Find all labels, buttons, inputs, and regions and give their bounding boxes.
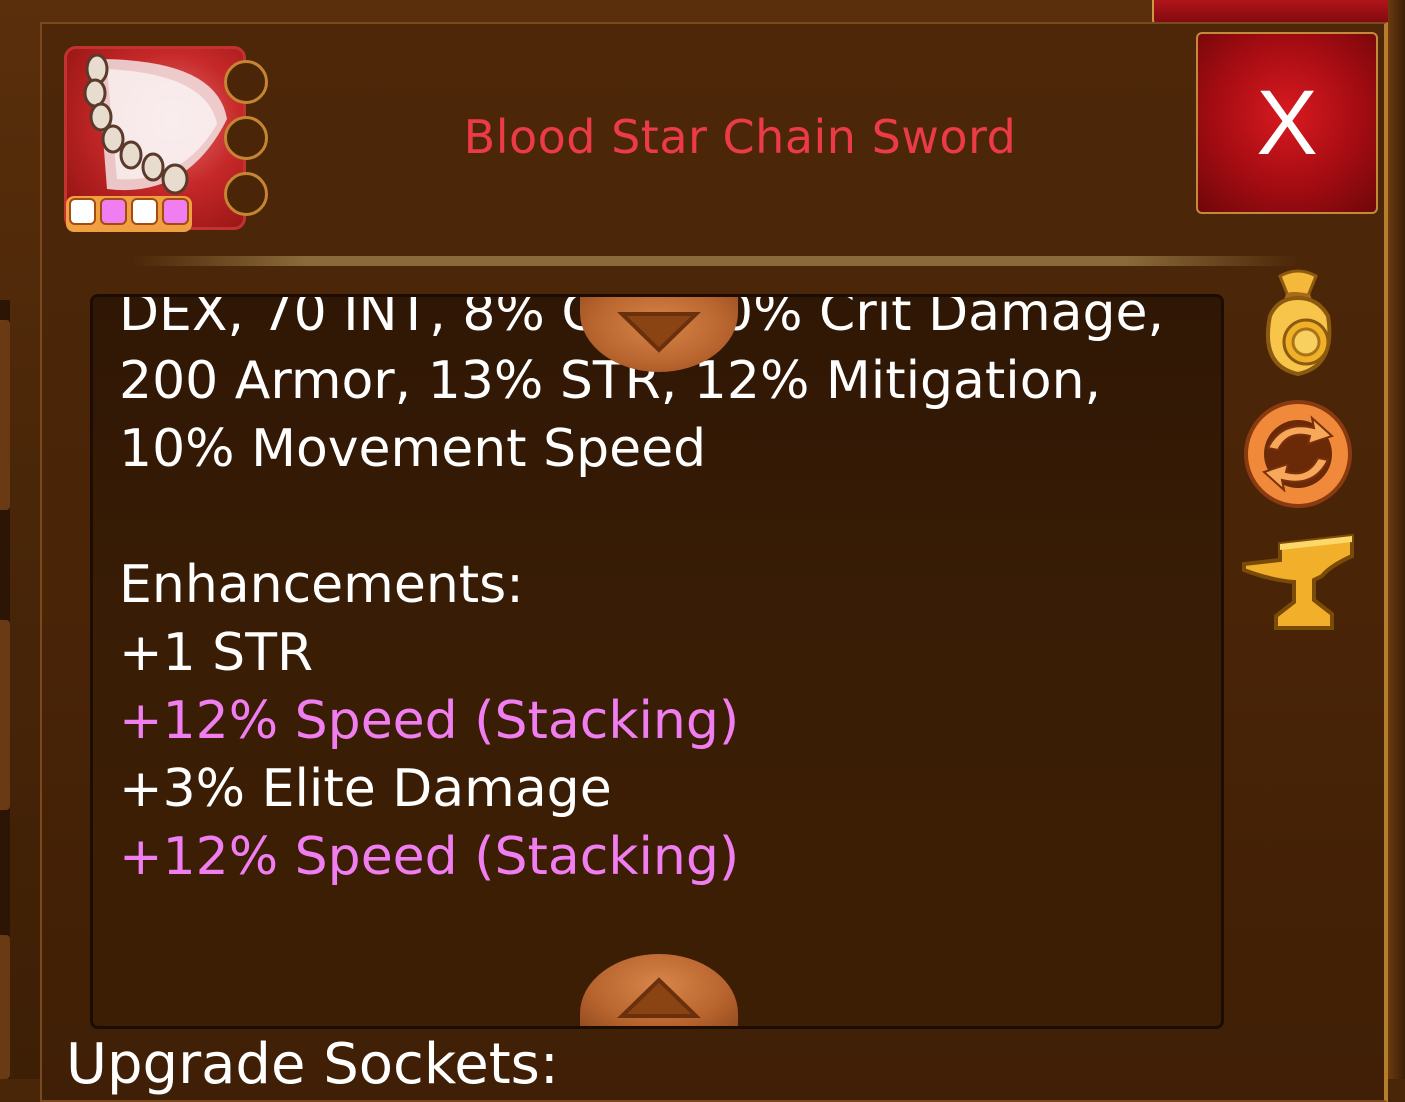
gold-bag-icon <box>1265 269 1332 377</box>
sell-button[interactable] <box>1250 266 1346 382</box>
chevron-down-icon <box>617 312 701 353</box>
description-text: DEX, 70 INT, 8% Crit, 40% Crit Damage,20… <box>119 297 1199 891</box>
description-line: +12% Speed (Stacking) <box>119 827 740 887</box>
description-box[interactable]: DEX, 70 INT, 8% Crit, 40% Crit Damage,20… <box>90 294 1224 1029</box>
description-line: +3% Elite Damage <box>119 759 612 819</box>
gem-slot[interactable] <box>224 172 268 216</box>
description-line <box>119 483 1199 551</box>
chevron-up-icon <box>617 977 701 1018</box>
rarity-pip <box>162 198 189 225</box>
rarity-pip <box>100 198 127 225</box>
rarity-pip <box>131 198 158 225</box>
left-tab[interactable] <box>0 620 10 810</box>
item-title: Blood Star Chain Sword <box>463 110 1017 164</box>
description-line: +1 STR <box>119 623 314 683</box>
description-line: +12% Speed (Stacking) <box>119 691 740 751</box>
divider <box>130 256 1300 266</box>
close-button[interactable]: X <box>1196 32 1378 214</box>
anvil-icon <box>1242 533 1354 630</box>
left-tab[interactable] <box>0 320 10 510</box>
upgrade-sockets-label: Upgrade Sockets: <box>66 1032 559 1097</box>
description-line: 10% Movement Speed <box>119 419 707 479</box>
swap-button[interactable] <box>1242 398 1354 510</box>
description-line: Enhancements: <box>119 555 524 615</box>
scroll-up-button[interactable] <box>580 954 738 1026</box>
gem-slot[interactable] <box>224 60 268 104</box>
scroll-down-button[interactable] <box>580 297 738 372</box>
left-tab[interactable] <box>0 935 10 1079</box>
right-rail <box>1388 0 1405 1079</box>
gem-slot[interactable] <box>224 116 268 160</box>
rarity-pip <box>69 198 96 225</box>
rarity-pips <box>66 196 192 232</box>
swap-arrows-icon <box>1244 400 1352 508</box>
forge-button[interactable] <box>1240 530 1356 634</box>
